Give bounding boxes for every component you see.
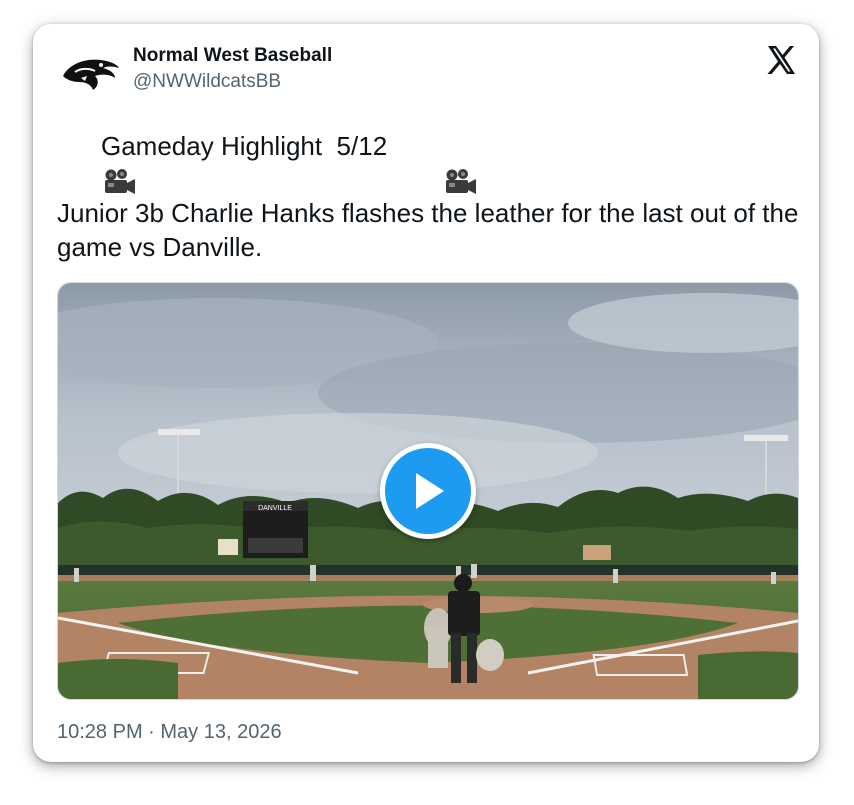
video-thumbnail[interactable]: DANVILLE <box>57 282 799 700</box>
movie-camera-icon <box>59 132 136 194</box>
tweet-text-line-1: Gameday Highlight 5/12 <box>59 128 476 194</box>
tweet-body-text: Junior 3b Charlie Hanks flashes the leat… <box>57 198 799 262</box>
wildcat-logo-icon <box>63 59 119 90</box>
play-icon <box>416 473 444 509</box>
avatar[interactable] <box>59 48 123 100</box>
display-name[interactable]: Normal West Baseball <box>133 43 332 69</box>
play-button[interactable] <box>380 443 476 539</box>
tweet-header: Normal West Baseball @NWWildcatsBB <box>59 45 332 100</box>
tweet-headline: Gameday Highlight 5/12 <box>101 131 388 161</box>
movie-camera-icon <box>399 132 476 194</box>
tweet-card: Normal West Baseball @NWWildcatsBB Gamed… <box>33 24 819 762</box>
scoreboard-label: DANVILLE <box>258 505 292 512</box>
x-logo-icon[interactable] <box>765 44 797 76</box>
handle[interactable]: @NWWildcatsBB <box>133 69 332 95</box>
tweet-timestamp[interactable]: 10:28 PM · May 13, 2026 <box>57 718 282 746</box>
account-names: Normal West Baseball @NWWildcatsBB <box>133 43 332 95</box>
